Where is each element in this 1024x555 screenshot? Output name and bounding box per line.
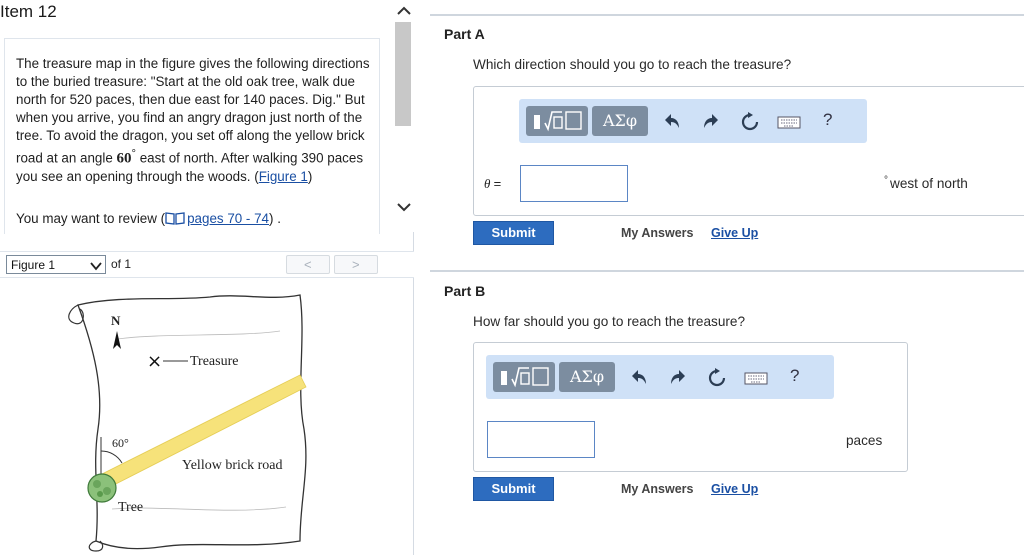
part-a-give-up-link[interactable]: Give Up [711,226,758,240]
part-b-math-toolbar: ΑΣφ ? [486,355,834,399]
keyboard-icon[interactable] [776,111,802,133]
right-pane: Part A Which direction should you go to … [414,0,1024,555]
figure-next-button[interactable]: > [334,255,378,274]
chevron-down-icon [90,260,102,274]
item-title: Item 12 [0,2,57,21]
help-icon[interactable]: ? [823,110,832,130]
angle-label: 60° [112,436,129,450]
math-template-icon [534,111,582,132]
treasure-label: Treasure [190,354,238,369]
figure-area: N × Treasure 60° Yellow brick road Tree [0,279,414,555]
problem-scrollbar[interactable] [394,0,414,232]
problem-text-start: The treasure map in the figure gives the… [16,56,370,166]
left-pane: Item 12 The treasure map in the figure g… [0,0,414,555]
page: Item 12 The treasure map in the figure g… [0,0,1024,555]
part-a-divider [430,14,1024,16]
angle-value: 60 [116,150,132,167]
part-a-variable: θ = [484,176,501,192]
redo-icon[interactable] [700,111,722,133]
review-suffix: ) . [269,211,281,226]
redo-icon[interactable] [667,367,689,389]
part-b-my-answers-link[interactable]: My Answers [621,482,693,496]
keyboard-icon[interactable] [743,367,769,389]
reset-icon[interactable] [739,111,761,133]
problem-text-end: ) [307,169,313,185]
problem-box: The treasure map in the figure gives the… [4,38,380,234]
undo-icon[interactable] [661,111,683,133]
part-a-answer-box: ΑΣφ ? θ = ° west of north [473,86,1024,216]
part-b-divider [430,270,1024,272]
figure-select-value: Figure 1 [11,258,56,272]
part-a-answer-input[interactable] [520,165,628,202]
review-prefix: You may want to review ( [16,211,166,226]
equals-sign: = [493,176,502,191]
part-a-math-toolbar: ΑΣφ ? [519,99,867,143]
theta-symbol: θ [484,176,491,191]
part-b-question: How far should you go to reach the treas… [473,314,746,329]
part-a-my-answers-link[interactable]: My Answers [621,226,693,240]
review-link-label: pages 70 - 74 [187,211,270,226]
scroll-down-chevron-icon[interactable] [394,198,414,216]
scroll-up-chevron-icon[interactable] [394,2,414,20]
figure-count: of 1 [111,257,132,271]
part-a-unit: ° west of north [884,175,968,191]
reset-icon[interactable] [706,367,728,389]
part-b-label: Part B [444,283,486,299]
tree-icon [87,473,117,503]
figure-link[interactable]: Figure 1 [259,169,308,184]
part-b-answer-box: ΑΣφ ? paces [473,342,908,472]
figure-toolbar: Figure 1 of 1 < > [0,251,414,278]
parchment-scroll [77,294,307,550]
math-template-icon [501,367,549,388]
scrollbar-thumb[interactable] [395,22,411,126]
road-label: Yellow brick road [182,458,282,473]
north-label: N [111,313,121,328]
figure-prev-label: < [304,257,312,272]
figure-select[interactable]: Figure 1 [6,255,106,274]
math-template-button[interactable] [493,362,555,392]
part-a-label: Part A [444,26,485,42]
greek-symbols-button[interactable]: ΑΣφ [559,362,615,392]
part-b-answer-input[interactable] [487,421,595,458]
treasure-map-figure: N × Treasure 60° Yellow brick road Tree [68,294,307,552]
figure-next-label: > [352,257,360,272]
review-line: You may want to review ( pages 70 - 74) . [16,211,281,228]
math-template-button[interactable] [526,106,588,136]
part-a-question: Which direction should you go to reach t… [473,57,792,72]
undo-icon[interactable] [628,367,650,389]
part-a-submit-button[interactable]: Submit [473,221,554,245]
part-b-give-up-link[interactable]: Give Up [711,482,758,496]
degree-symbol: ° [884,175,888,186]
review-link[interactable]: pages 70 - 74 [165,211,269,226]
part-b-submit-button[interactable]: Submit [473,477,554,501]
help-icon[interactable]: ? [790,366,799,386]
treasure-marker: × [147,351,162,372]
tree-label: Tree [118,500,143,515]
book-icon [165,211,185,228]
part-b-unit: paces [846,433,883,448]
figure-prev-button[interactable]: < [286,255,330,274]
greek-symbols-button[interactable]: ΑΣφ [592,106,648,136]
problem-text: The treasure map in the figure gives the… [16,55,372,186]
scroll-curl-bottom [88,540,104,552]
part-a-unit-text: west of north [890,176,968,191]
